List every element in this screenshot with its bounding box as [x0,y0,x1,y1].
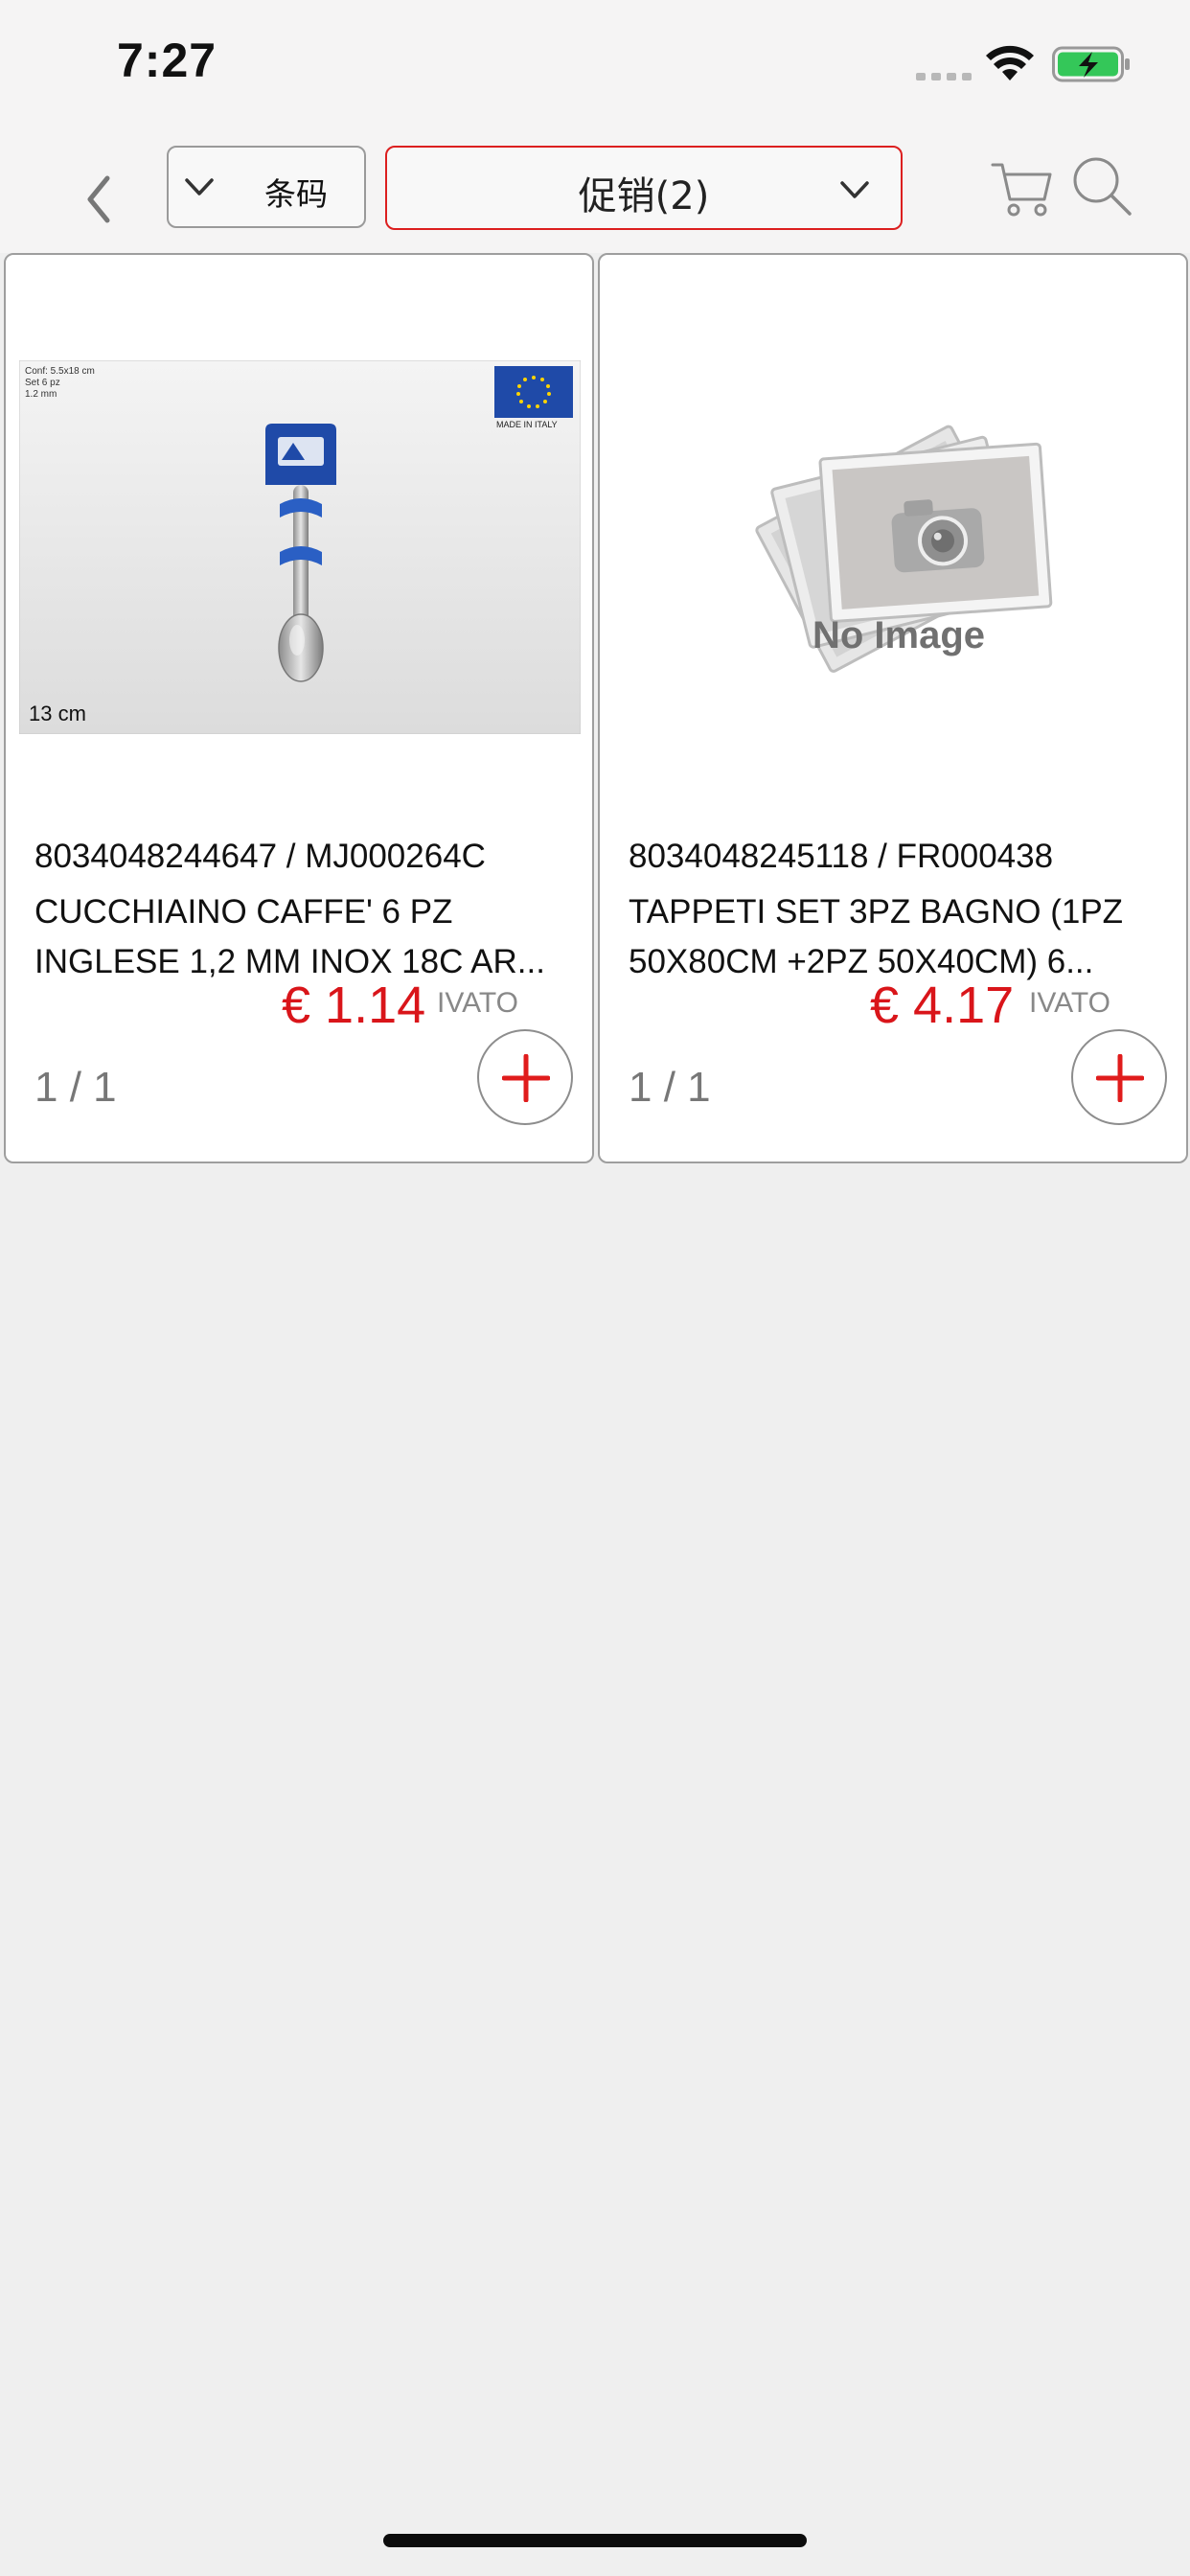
battery-charging-icon [1052,46,1130,82]
back-chevron-icon[interactable] [80,171,119,228]
conf-line: Conf: 5.5x18 cm [25,366,95,377]
product-price: € 1.14 [282,977,426,1034]
product-price: € 4.17 [870,977,1015,1034]
home-indicator[interactable] [383,2534,807,2547]
tax-label: IVATO [1029,987,1111,1019]
chevron-down-icon [185,178,214,196]
top-toolbar: 条码 促销(2) [0,130,1190,253]
cellular-signal-icon [916,73,972,80]
search-field-dropdown[interactable]: 条码 [167,146,366,228]
wifi-icon [986,45,1034,80]
product-description: CUCCHIAINO CAFFE' 6 PZ INGLESE 1,2 MM IN… [34,893,545,980]
cart-icon[interactable] [991,157,1054,218]
status-bar: 7:27 [0,0,1190,130]
conf-line: 1.2 mm [25,389,57,400]
product-code: 8034048245118 / FR000438 [629,838,1054,875]
size-label: 13 cm [29,702,86,725]
no-image-placeholder[interactable]: No Image [613,360,1175,734]
image-pager: 1 / 1 [629,1064,711,1111]
product-image[interactable]: Conf: 5.5x18 cm Set 6 pz 1.2 mm MADE IN … [19,360,581,734]
add-to-cart-button[interactable] [1071,1029,1167,1125]
image-pager: 1 / 1 [34,1064,117,1111]
product-card[interactable]: No Image 8034048245118 / FR000438 TAPPET… [598,253,1188,1163]
chevron-down-icon [840,181,869,198]
conf-line: Set 6 pz [25,378,60,388]
status-time: 7:27 [117,34,217,87]
no-image-text: No Image [812,614,985,656]
search-icon[interactable] [1071,155,1133,217]
made-in-text: MADE IN ITALY [496,420,558,429]
add-to-cart-button[interactable] [477,1029,573,1125]
plus-icon [502,1054,550,1102]
search-field-label: 条码 [264,175,328,213]
product-code: 8034048244647 / MJ000264C [34,838,486,875]
tax-label: IVATO [437,987,519,1019]
plus-icon [1096,1054,1144,1102]
product-description: TAPPETI SET 3PZ BAGNO (1PZ 50X80CM +2PZ … [629,893,1124,980]
product-card[interactable]: Conf: 5.5x18 cm Set 6 pz 1.2 mm MADE IN … [4,253,594,1163]
promotion-filter-dropdown[interactable]: 促销(2) [385,146,903,230]
filter-label: 促销(2) [578,174,710,218]
